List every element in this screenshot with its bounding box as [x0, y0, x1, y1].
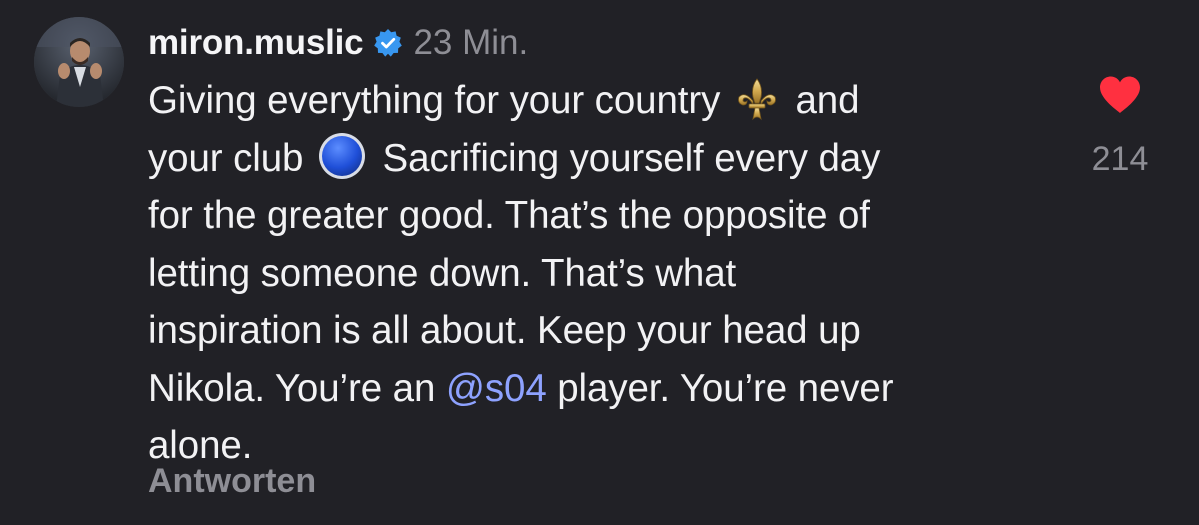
avatar-image	[34, 17, 124, 107]
comment-text-segment: player. You’re never	[557, 366, 894, 410]
comment-header: miron.muslic 23 Min.	[148, 20, 528, 66]
comment-text-segment: Sacrificing yourself every day	[382, 136, 881, 180]
comment-text: Giving everything for your country and y…	[148, 72, 1048, 475]
like-count: 214	[1091, 140, 1149, 178]
blue-circle-emoji-icon	[318, 132, 366, 180]
avatar[interactable]	[34, 17, 124, 107]
comment-text-segment: and	[795, 79, 860, 122]
comment-line: inspiration is all about. Keep your head…	[148, 309, 861, 352]
comment-text-segment: Nikola. You’re an	[148, 366, 436, 410]
mention-link[interactable]: @s04	[446, 367, 547, 410]
comment-line: your club Sacrificing yourself every day	[148, 130, 1048, 188]
comment-text-segment: your club	[148, 136, 304, 180]
heart-icon[interactable]	[1098, 75, 1142, 115]
fleur-de-lis-emoji-icon	[735, 77, 779, 121]
comment-line: Nikola. You’re an @s04 player. You’re ne…	[148, 360, 1048, 418]
reply-button[interactable]: Antworten	[148, 462, 316, 501]
comment: miron.muslic 23 Min. Giving everything f…	[0, 0, 1199, 525]
comment-line: for the greater good. That’s the opposit…	[148, 194, 870, 237]
verified-badge-icon	[373, 28, 403, 58]
comment-line: Giving everything for your country and	[148, 72, 1048, 130]
username[interactable]: miron.muslic	[148, 23, 364, 63]
comment-line: letting someone down. That’s what	[148, 251, 737, 295]
timestamp: 23 Min.	[413, 23, 529, 62]
comment-text-segment: Giving everything for your country	[148, 79, 721, 122]
